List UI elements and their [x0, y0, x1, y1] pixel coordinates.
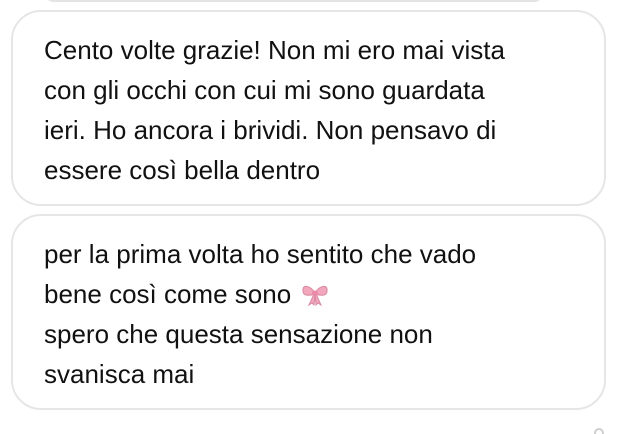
- message-text-line: ieri. Ho ancora i brividi. Non pensavo d…: [44, 115, 497, 145]
- message-text: bene così come sono: [44, 279, 292, 309]
- message-bubble[interactable]: Cento volte grazie! Non mi ero mai vista…: [11, 10, 606, 206]
- message-text-line: essere così bella dentro: [44, 155, 321, 185]
- message-text-line-with-emoji: bene così come sono: [44, 274, 584, 314]
- ribbon-bow-icon: [302, 285, 328, 306]
- message-text-line: spero che questa sensazione non: [44, 319, 433, 349]
- message-text-line: per la prima volta ho sentito che vado: [44, 239, 477, 269]
- status-indicator-icon: [594, 428, 604, 434]
- previous-bubble-edge: [44, 0, 544, 2]
- message-text-line: svanisca mai: [44, 359, 195, 389]
- message-text-line: Cento volte grazie! Non mi ero mai vista: [44, 35, 505, 65]
- message-bubble[interactable]: per la prima volta ho sentito che vado b…: [11, 214, 606, 410]
- message-text-line: con gli occhi con cui mi sono guardata: [44, 75, 485, 105]
